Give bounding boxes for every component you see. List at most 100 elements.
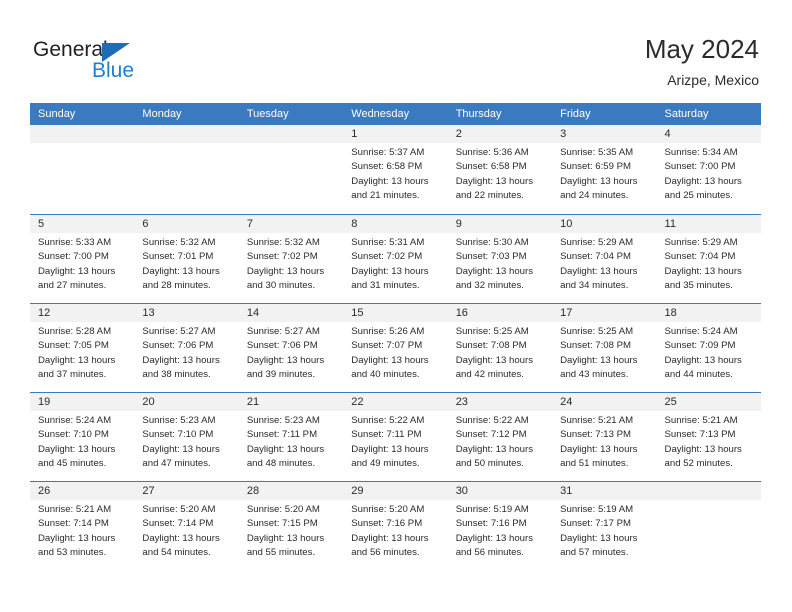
day-detail-line: Sunset: 7:00 PM — [38, 251, 109, 263]
day-cell[interactable]: 11 Sunrise: 5:29 AM Sunset: 7:04 PM Dayligh… — [656, 215, 761, 303]
day-detail-line: Daylight: 13 hours — [246, 354, 325, 366]
day-cell[interactable]: 9 Sunrise: 5:30 AM Sunset: 7:03 PM Daylight… — [447, 215, 553, 303]
day-cell[interactable]: 17 Sunrise: 5:25 AM Sunset: 7:08 PM Dayligh… — [552, 304, 657, 392]
day-number-band: 31 — [552, 482, 657, 500]
day-cell[interactable]: 28 Sunrise: 5:20 AM Sunset: 7:15 PM Dayligh… — [238, 482, 344, 570]
day-cell[interactable]: 22 Sunrise: 5:22 AM Sunset: 7:11 PM Dayligh… — [343, 393, 448, 481]
day-details: Sunrise: 5:27 AM Sunset: 7:06 PM Daylight:… — [239, 322, 343, 382]
day-number-band — [30, 125, 135, 143]
day-cell[interactable]: 7 Sunrise: 5:32 AM Sunset: 7:02 PM Daylight… — [238, 215, 344, 303]
day-detail-line: and 43 minutes. — [560, 368, 629, 380]
day-details: Sunrise: 5:27 AM Sunset: 7:06 PM Daylight:… — [134, 322, 238, 382]
day-details: Sunrise: 5:19 AM Sunset: 7:17 PM Daylight:… — [552, 500, 656, 560]
day-detail-line: Sunset: 7:13 PM — [664, 429, 736, 441]
day-number: 2 — [455, 128, 462, 140]
day-detail-line: and 50 minutes. — [455, 457, 524, 469]
day-number-band — [656, 482, 761, 500]
day-cell[interactable]: 8 Sunrise: 5:31 AM Sunset: 7:02 PM Daylight… — [343, 215, 448, 303]
day-cell[interactable]: 4 Sunrise: 5:34 AM Sunset: 7:00 PM Daylight… — [656, 125, 761, 214]
day-number-band: 19 — [30, 393, 135, 411]
day-cell[interactable]: 3 Sunrise: 5:35 AM Sunset: 6:59 PM Daylight… — [552, 125, 657, 214]
day-detail-line: Sunrise: 5:32 AM — [142, 237, 216, 248]
day-cell[interactable]: 26 Sunrise: 5:21 AM Sunset: 7:14 PM Dayligh… — [30, 482, 135, 570]
day-number: 23 — [455, 396, 468, 408]
day-detail-line: Sunset: 7:16 PM — [455, 518, 527, 530]
day-number: 29 — [351, 485, 364, 497]
day-cell[interactable]: 20 Sunrise: 5:23 AM Sunset: 7:10 PM Dayligh… — [134, 393, 239, 481]
day-detail-line: and 37 minutes. — [38, 368, 107, 380]
day-number: 20 — [142, 396, 155, 408]
day-cell[interactable]: 15 Sunrise: 5:26 AM Sunset: 7:07 PM Dayligh… — [343, 304, 448, 392]
day-number: 25 — [664, 396, 677, 408]
day-number-band: 24 — [552, 393, 657, 411]
day-cell[interactable]: 31 Sunrise: 5:19 AM Sunset: 7:17 PM Dayligh… — [552, 482, 657, 570]
day-cell[interactable]: 24 Sunrise: 5:21 AM Sunset: 7:13 PM Dayligh… — [552, 393, 657, 481]
day-details: Sunrise: 5:31 AM Sunset: 7:02 PM Daylight:… — [343, 233, 447, 293]
day-cell[interactable]: 27 Sunrise: 5:20 AM Sunset: 7:14 PM Dayligh… — [134, 482, 239, 570]
day-detail-line: Sunrise: 5:25 AM — [560, 326, 634, 337]
day-number-band: 14 — [238, 304, 344, 322]
day-cell[interactable]: 18 Sunrise: 5:24 AM Sunset: 7:09 PM Dayligh… — [656, 304, 761, 392]
weekday-header-row: Sunday Monday Tuesday Wednesday Thursday Frid… — [30, 103, 761, 125]
day-detail-line: Sunset: 7:11 PM — [246, 429, 318, 441]
day-detail-line: and 28 minutes. — [142, 279, 211, 291]
day-detail-line: Daylight: 13 hours — [560, 175, 638, 187]
day-number-band — [134, 125, 239, 143]
day-number-band: 23 — [447, 393, 553, 411]
day-detail-line: Daylight: 13 hours — [664, 265, 742, 277]
day-number-band: 29 — [343, 482, 448, 500]
day-cell-empty — [656, 482, 761, 570]
day-detail-line: and 57 minutes. — [560, 546, 629, 558]
day-detail-line: Sunset: 6:58 PM — [455, 161, 527, 173]
day-cell[interactable]: 10 Sunrise: 5:29 AM Sunset: 7:04 PM Dayligh… — [552, 215, 657, 303]
day-cell[interactable]: 21 Sunrise: 5:23 AM Sunset: 7:11 PM Dayligh… — [238, 393, 344, 481]
day-detail-line: Daylight: 13 hours — [455, 443, 534, 455]
day-detail-line: and 48 minutes. — [246, 457, 316, 469]
page-subtitle: Arizpe, Mexico — [667, 72, 759, 88]
page-title: May 2024 — [644, 34, 759, 64]
calendar-grid: Sunday Monday Tuesday Wednesday Thursday Frid… — [30, 103, 761, 570]
day-detail-line: and 39 minutes. — [246, 368, 316, 380]
day-cell[interactable]: 29 Sunrise: 5:20 AM Sunset: 7:16 PM Dayligh… — [343, 482, 448, 570]
day-cell-empty — [30, 125, 135, 214]
title-block: May 2024 Arizpe, Mexico — [645, 33, 759, 90]
day-cell-empty — [134, 125, 239, 214]
brand-logo[interactable]: General Blue — [33, 38, 173, 86]
day-details: Sunrise: 5:22 AM Sunset: 7:12 PM Daylight:… — [448, 411, 552, 471]
day-detail-line: Sunset: 7:07 PM — [351, 340, 423, 352]
weekday-header-wednesday: Wednesday — [351, 108, 410, 120]
day-cell[interactable]: 19 Sunrise: 5:24 AM Sunset: 7:10 PM Dayligh… — [30, 393, 135, 481]
week-row: 1 Sunrise: 5:37 AM Sunset: 6:58 PM Daylight… — [30, 125, 761, 214]
day-cell[interactable]: 23 Sunrise: 5:22 AM Sunset: 7:12 PM Dayligh… — [447, 393, 553, 481]
day-cell[interactable]: 1 Sunrise: 5:37 AM Sunset: 6:58 PM Daylight… — [343, 125, 448, 214]
day-detail-line: and 53 minutes. — [38, 546, 107, 558]
day-cell[interactable]: 2 Sunrise: 5:36 AM Sunset: 6:58 PM Daylight… — [447, 125, 553, 214]
day-detail-line: and 44 minutes. — [664, 368, 733, 380]
day-details: Sunrise: 5:29 AM Sunset: 7:04 PM Daylight:… — [657, 233, 761, 293]
day-detail-line: Daylight: 13 hours — [38, 532, 116, 544]
day-detail-line: and 47 minutes. — [142, 457, 211, 469]
week-row: 26 Sunrise: 5:21 AM Sunset: 7:14 PM Dayligh… — [30, 481, 761, 570]
day-cell[interactable]: 5 Sunrise: 5:33 AM Sunset: 7:00 PM Daylight… — [30, 215, 135, 303]
day-detail-line: Daylight: 13 hours — [455, 532, 534, 544]
day-number-band: 26 — [30, 482, 135, 500]
day-cell[interactable]: 12 Sunrise: 5:28 AM Sunset: 7:05 PM Dayligh… — [30, 304, 135, 392]
day-detail-line: and 22 minutes. — [455, 189, 524, 201]
day-detail-line: and 51 minutes. — [560, 457, 629, 469]
day-detail-line: and 42 minutes. — [455, 368, 524, 380]
day-cell[interactable]: 6 Sunrise: 5:32 AM Sunset: 7:01 PM Daylight… — [134, 215, 239, 303]
day-cell[interactable]: 13 Sunrise: 5:27 AM Sunset: 7:06 PM Dayligh… — [134, 304, 239, 392]
day-detail-line: Daylight: 13 hours — [142, 443, 220, 455]
day-details: Sunrise: 5:24 AM Sunset: 7:09 PM Daylight:… — [657, 322, 761, 382]
day-cell[interactable]: 14 Sunrise: 5:27 AM Sunset: 7:06 PM Dayligh… — [238, 304, 344, 392]
day-number: 8 — [351, 218, 358, 230]
day-detail-line: Sunrise: 5:22 AM — [455, 415, 529, 426]
day-detail-line: Sunrise: 5:22 AM — [351, 415, 425, 426]
day-details: Sunrise: 5:29 AM Sunset: 7:04 PM Daylight:… — [552, 233, 656, 293]
day-cell[interactable]: 30 Sunrise: 5:19 AM Sunset: 7:16 PM Dayligh… — [447, 482, 553, 570]
day-cell[interactable]: 16 Sunrise: 5:25 AM Sunset: 7:08 PM Dayligh… — [447, 304, 553, 392]
day-detail-line: and 56 minutes. — [455, 546, 524, 558]
day-detail-line: Sunset: 7:04 PM — [560, 251, 632, 263]
weekday-header-tuesday: Tuesday — [246, 108, 289, 120]
day-cell[interactable]: 25 Sunrise: 5:21 AM Sunset: 7:13 PM Dayligh… — [656, 393, 761, 481]
